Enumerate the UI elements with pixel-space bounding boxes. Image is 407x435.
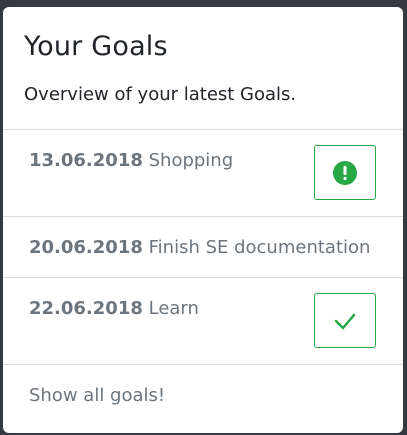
goal-name: Learn (148, 298, 199, 319)
checkmark-icon (334, 313, 356, 329)
goal-status-button[interactable] (314, 145, 376, 200)
goals-card: Your Goals Overview of your latest Goals… (3, 7, 403, 433)
exclamation-circle-icon (333, 160, 357, 185)
goal-name: Shopping (148, 150, 234, 171)
goal-text: 20.06.2018 Finish SE documentation (29, 237, 403, 259)
goal-row: 22.06.2018 Learn (3, 278, 403, 365)
goal-status-button[interactable] (314, 293, 376, 348)
goal-name: Finish SE documentation (148, 237, 371, 258)
goal-row: 13.06.2018 Shopping (3, 130, 403, 217)
goal-date: 22.06.2018 (29, 298, 143, 319)
card-header: Your Goals Overview of your latest Goals… (3, 7, 403, 130)
card-title: Your Goals (24, 31, 168, 62)
card-subtitle: Overview of your latest Goals. (24, 84, 297, 105)
show-all-goals-link[interactable]: Show all goals! (3, 365, 403, 407)
goal-row: 20.06.2018 Finish SE documentation (3, 217, 403, 278)
goal-date: 20.06.2018 (29, 237, 143, 258)
goal-date: 13.06.2018 (29, 150, 143, 171)
